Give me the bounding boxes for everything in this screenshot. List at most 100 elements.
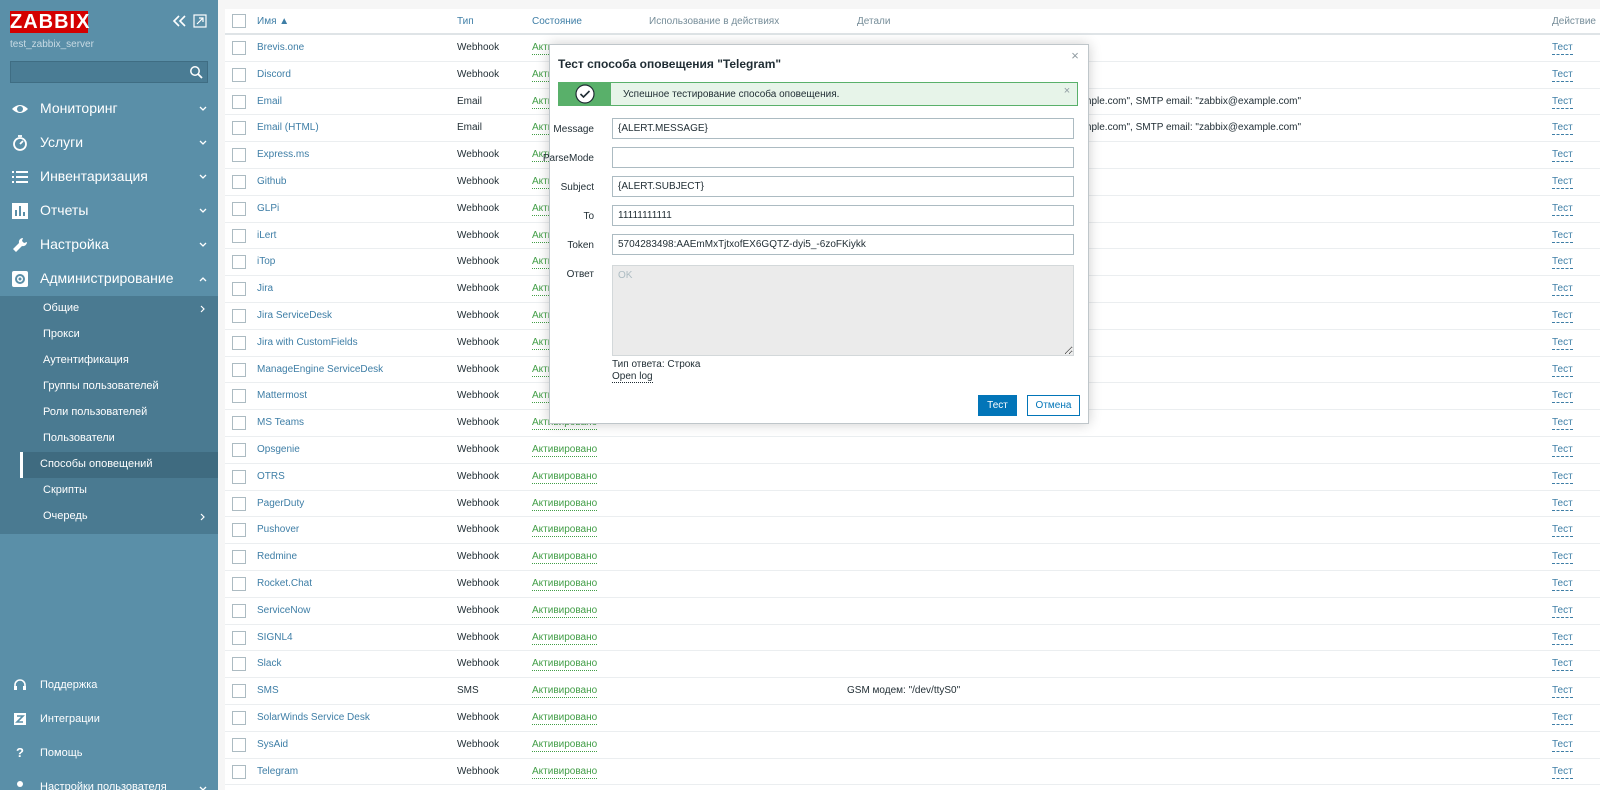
submenu-item-general[interactable]: Общие: [20, 296, 218, 322]
status-toggle-link[interactable]: Активировано: [532, 578, 598, 591]
test-action-link[interactable]: Тест: [1552, 551, 1573, 565]
token-input[interactable]: [612, 234, 1074, 255]
media-type-name-link[interactable]: Discord: [257, 69, 291, 80]
row-checkbox[interactable]: [232, 362, 246, 377]
to-input[interactable]: [612, 205, 1074, 226]
row-checkbox[interactable]: [232, 469, 246, 484]
row-checkbox[interactable]: [232, 255, 246, 270]
media-type-name-link[interactable]: GLPi: [257, 203, 279, 214]
media-type-name-link[interactable]: Mattermost: [257, 390, 307, 401]
test-action-link[interactable]: Тест: [1552, 283, 1573, 297]
media-type-name-link[interactable]: Jira with CustomFields: [257, 337, 358, 348]
row-checkbox[interactable]: [232, 443, 246, 457]
media-type-name-link[interactable]: Redmine: [257, 551, 297, 562]
media-type-name-link[interactable]: Jira ServiceDesk: [257, 310, 332, 321]
test-action-link[interactable]: Тест: [1552, 310, 1573, 323]
test-action-link[interactable]: Тест: [1552, 444, 1573, 457]
row-checkbox[interactable]: [232, 282, 246, 297]
test-action-link[interactable]: Тест: [1552, 69, 1573, 82]
row-checkbox[interactable]: [232, 228, 246, 243]
parsemode-input[interactable]: [612, 147, 1074, 168]
test-action-link[interactable]: Тест: [1552, 658, 1573, 672]
status-toggle-link[interactable]: Активировано: [532, 471, 598, 484]
media-type-name-link[interactable]: MS Teams: [257, 417, 304, 428]
test-action-link[interactable]: Тест: [1552, 471, 1573, 484]
submenu-item-scripts[interactable]: Скрипты: [20, 478, 218, 504]
test-action-link[interactable]: Тест: [1552, 256, 1573, 270]
test-action-link[interactable]: Тест: [1552, 766, 1573, 779]
row-checkbox[interactable]: [232, 684, 246, 699]
media-type-name-link[interactable]: Brevis.one: [257, 42, 304, 53]
row-checkbox[interactable]: [232, 309, 246, 323]
nav-item-configuration[interactable]: Настройка: [0, 228, 218, 262]
message-input[interactable]: [612, 118, 1074, 139]
row-checkbox[interactable]: [232, 121, 246, 136]
collapse-sidebar-icon[interactable]: [170, 12, 188, 30]
nav-item-inventory[interactable]: Инвентаризация: [0, 160, 218, 194]
status-toggle-link[interactable]: Активировано: [532, 524, 598, 538]
test-action-link[interactable]: Тест: [1552, 605, 1573, 618]
test-action-link[interactable]: Тест: [1552, 42, 1573, 55]
row-checkbox[interactable]: [232, 41, 246, 55]
status-toggle-link[interactable]: Активировано: [532, 766, 598, 779]
row-checkbox[interactable]: [232, 496, 246, 511]
media-type-name-link[interactable]: Slack: [257, 658, 281, 669]
column-header-status[interactable]: Состояние: [532, 16, 582, 27]
status-toggle-link[interactable]: Активировано: [532, 632, 598, 645]
test-action-link[interactable]: Тест: [1552, 739, 1573, 752]
open-log-link[interactable]: Open log: [612, 371, 653, 383]
column-header-type[interactable]: Тип: [457, 16, 474, 27]
media-type-name-link[interactable]: SysAid: [257, 739, 288, 750]
media-type-name-link[interactable]: Email (HTML): [257, 122, 319, 133]
media-type-name-link[interactable]: ServiceNow: [257, 605, 310, 616]
row-checkbox[interactable]: [232, 67, 246, 82]
select-all-checkbox[interactable]: [232, 14, 246, 28]
row-checkbox[interactable]: [232, 550, 246, 565]
nav-item-reports[interactable]: Отчеты: [0, 194, 218, 228]
media-type-name-link[interactable]: PagerDuty: [257, 498, 304, 509]
test-button[interactable]: Тест: [978, 395, 1017, 416]
media-type-name-link[interactable]: Opsgenie: [257, 444, 300, 455]
test-action-link[interactable]: Тест: [1552, 524, 1573, 538]
test-action-link[interactable]: Тест: [1552, 685, 1573, 699]
row-checkbox[interactable]: [232, 764, 246, 779]
test-action-link[interactable]: Тест: [1552, 632, 1573, 645]
nav-item-monitoring[interactable]: Мониторинг: [0, 92, 218, 126]
kiosk-mode-icon[interactable]: [192, 13, 208, 29]
test-action-link[interactable]: Тест: [1552, 149, 1573, 163]
test-action-link[interactable]: Тест: [1552, 390, 1573, 404]
close-icon[interactable]: ×: [1068, 49, 1082, 63]
row-checkbox[interactable]: [232, 603, 246, 618]
submenu-item-authentication[interactable]: Аутентификация: [20, 348, 218, 374]
media-type-name-link[interactable]: iTop: [257, 256, 275, 267]
status-toggle-link[interactable]: Активировано: [532, 444, 598, 457]
submenu-item-proxies[interactable]: Прокси: [20, 322, 218, 348]
test-action-link[interactable]: Тест: [1552, 203, 1573, 216]
status-toggle-link[interactable]: Активировано: [532, 551, 598, 565]
submenu-item-users[interactable]: Пользователи: [20, 426, 218, 452]
media-type-name-link[interactable]: Rocket.Chat: [257, 578, 312, 589]
row-checkbox[interactable]: [232, 201, 246, 216]
media-type-name-link[interactable]: ManageEngine ServiceDesk: [257, 364, 383, 375]
media-type-name-link[interactable]: Express.ms: [257, 149, 309, 160]
zabbix-logo[interactable]: ZABBIX: [10, 11, 89, 33]
row-checkbox[interactable]: [232, 523, 246, 538]
nav-item-user-settings[interactable]: Настройки пользователя: [0, 773, 218, 790]
media-type-name-link[interactable]: Email: [257, 96, 282, 107]
row-checkbox[interactable]: [232, 175, 246, 189]
row-checkbox[interactable]: [232, 389, 246, 404]
row-checkbox[interactable]: [232, 577, 246, 591]
test-action-link[interactable]: Тест: [1552, 364, 1573, 377]
submenu-item-media-types[interactable]: Способы оповещений: [20, 452, 218, 478]
search-icon[interactable]: [189, 65, 203, 79]
test-action-link[interactable]: Тест: [1552, 176, 1573, 189]
nav-item-administration[interactable]: Администрирование: [0, 262, 218, 296]
test-action-link[interactable]: Тест: [1552, 122, 1573, 136]
column-header-name[interactable]: Имя ▲: [257, 16, 289, 27]
row-checkbox[interactable]: [232, 657, 246, 672]
subject-input[interactable]: [612, 176, 1074, 197]
status-toggle-link[interactable]: Активировано: [532, 498, 598, 511]
media-type-name-link[interactable]: SIGNL4: [257, 632, 293, 643]
status-toggle-link[interactable]: Активировано: [532, 605, 598, 618]
nav-item-services[interactable]: Услуги: [0, 126, 218, 160]
